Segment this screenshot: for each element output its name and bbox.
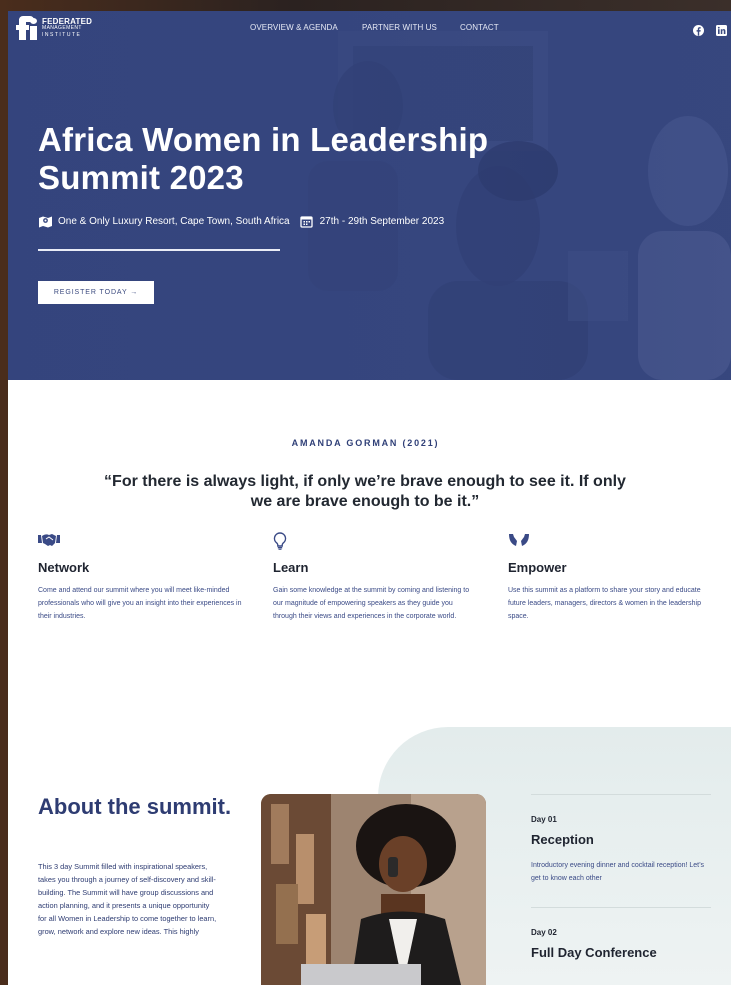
hero-banner: FEDERATED MANAGEMENT INSTITUTE OVERVIEW … bbox=[8, 11, 731, 380]
feature-network-text: Come and attend our summit where you wil… bbox=[38, 587, 242, 620]
handshake-icon bbox=[38, 532, 60, 550]
agenda-day-label: Day 02 bbox=[531, 928, 557, 937]
register-today-button[interactable]: REGISTER TODAY → bbox=[38, 281, 154, 304]
about-photo-woman-on-phone bbox=[261, 794, 486, 985]
feature-learn: Learn Gain some knowledge at the summit … bbox=[273, 532, 478, 623]
main-menu: OVERVIEW & AGENDA PARTNER WITH US CONTAC… bbox=[8, 23, 731, 37]
top-navigation: FEDERATED MANAGEMENT INSTITUTE OVERVIEW … bbox=[8, 11, 731, 45]
feature-empower-title: Empower bbox=[508, 560, 567, 575]
linkedin-icon[interactable] bbox=[716, 23, 727, 41]
about-text: This 3 day Summit filled with inspiratio… bbox=[38, 862, 217, 936]
event-dates: 27th - 29th September 2023 bbox=[319, 215, 445, 227]
agenda-day-2: Day 02 Full Day Conference bbox=[531, 907, 711, 960]
feature-learn-text: Gain some knowledge at the summit by com… bbox=[273, 587, 470, 620]
agenda-list: Day 01 Reception Introductory evening di… bbox=[531, 794, 711, 972]
feature-network: Network Come and attend our summit where… bbox=[38, 532, 243, 623]
hands-icon bbox=[508, 532, 530, 550]
hero-divider bbox=[38, 249, 280, 251]
agenda-day-title: Full Day Conference bbox=[531, 945, 657, 960]
agenda-day-label: Day 01 bbox=[531, 815, 557, 824]
quote-text: “For there is always light, if only we’r… bbox=[104, 473, 626, 510]
event-details: One & Only Luxury Resort, Cape Town, Sou… bbox=[38, 213, 444, 229]
facebook-icon[interactable] bbox=[693, 23, 704, 41]
event-location: One & Only Luxury Resort, Cape Town, Sou… bbox=[58, 215, 290, 227]
agenda-day-1: Day 01 Reception Introductory evening di… bbox=[531, 794, 711, 885]
nav-contact[interactable]: CONTACT bbox=[460, 23, 499, 32]
feature-empower: Empower Use this summit as a platform to… bbox=[508, 532, 713, 623]
nav-overview-agenda[interactable]: OVERVIEW & AGENDA bbox=[250, 23, 338, 32]
feature-learn-title: Learn bbox=[273, 560, 309, 575]
map-pin-icon bbox=[38, 215, 53, 228]
calendar-icon bbox=[299, 215, 315, 228]
agenda-day-description: Introductory evening dinner and cocktail… bbox=[531, 862, 705, 882]
about-heading: About the summit. bbox=[38, 794, 232, 819]
quote-author: AMANDA GORMAN (2021) bbox=[291, 438, 440, 448]
feature-network-title: Network bbox=[38, 560, 90, 575]
hero-title: Africa Women in Leadership Summit 2023 bbox=[38, 121, 489, 196]
lightbulb-icon bbox=[273, 532, 295, 550]
feature-empower-text: Use this summit as a platform to share y… bbox=[508, 587, 701, 620]
agenda-day-title: Reception bbox=[531, 832, 594, 847]
nav-partner-with-us[interactable]: PARTNER WITH US bbox=[362, 23, 437, 32]
